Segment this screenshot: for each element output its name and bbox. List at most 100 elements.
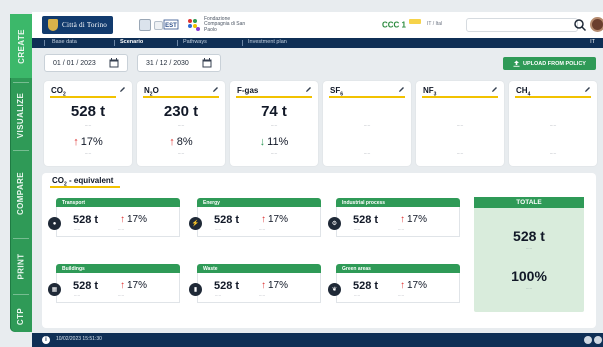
sector-card-transport[interactable]: Transport ● 528 t ····· ↑ 17% ····· (48, 198, 180, 237)
car-icon: ● (48, 217, 61, 230)
tab-divider (114, 40, 115, 46)
sector-card-green-areas[interactable]: Green areas ❦ 528 t ····· ↑ 17% ····· (328, 264, 460, 303)
total-title: TOTALE (474, 197, 584, 208)
factory-icon: ⚙ (328, 217, 341, 230)
sector-card-buildings[interactable]: Buildings ▦ 528 t ····· ↑ 17% ····· (48, 264, 180, 303)
sector-value: 528 t (214, 280, 240, 292)
city-logo-text: Città di Torino (62, 21, 108, 29)
sector-change: ↑ 17% (120, 280, 148, 291)
arrow-up-icon: ↑ (400, 280, 405, 291)
tab-pathways[interactable]: Pathways (183, 39, 207, 45)
total-percentage-caption: ····· (526, 287, 532, 291)
nav-tab-ctp[interactable]: CTP (10, 300, 32, 332)
arrow-up-icon: ↑ (261, 280, 266, 291)
edit-icon[interactable] (305, 86, 312, 93)
gas-card-nf3[interactable]: NF3 ····· ····· (416, 81, 504, 166)
gas-change: ↑ 17% (73, 136, 103, 148)
user-avatar[interactable] (590, 17, 603, 32)
gas-value: 74 t (261, 103, 287, 120)
total-value-caption: ····· (526, 247, 532, 251)
nav-divider (13, 82, 29, 83)
city-logo[interactable]: Città di Torino (42, 16, 114, 34)
sector-change: ↑ 17% (261, 214, 289, 225)
est-logo-icon: EST (163, 19, 179, 30)
gas-card-co2[interactable]: CO2 528 t ····· ↑ 17% ····· (44, 81, 132, 166)
gas-accent-bar (50, 96, 116, 98)
settings-icon[interactable] (584, 336, 592, 344)
sector-value-caption: ····· (354, 228, 360, 232)
gas-value-caption: ····· (270, 123, 278, 128)
start-date-field[interactable]: 01 / 01 / 2023 (44, 54, 128, 72)
gas-change-caption: ····· (84, 151, 92, 156)
city-shield-icon (48, 19, 58, 31)
gas-value-caption: ····· (177, 123, 185, 128)
nav-divider (13, 238, 29, 239)
tab-scenario[interactable]: Scenario (120, 39, 143, 45)
gas-value: 230 t (163, 103, 199, 120)
edit-icon[interactable] (491, 86, 498, 93)
sector-value: 528 t (353, 214, 379, 226)
sector-title: Green areas (336, 264, 460, 273)
sector-card-industrial-process[interactable]: Industrial process ⚙ 528 t ····· ↑ 17% ··… (328, 198, 460, 237)
edit-icon[interactable] (212, 86, 219, 93)
tab-divider (242, 40, 243, 46)
footer-timestamp: 10/02/2023 15:51:30 (56, 336, 102, 342)
app-window: CREATE VISUALIZE COMPARE PRINT CTP Città… (0, 0, 603, 347)
leaf-icon: ❦ (328, 283, 341, 296)
nav-tab-visualize[interactable]: VISUALIZE (10, 86, 32, 144)
help-icon[interactable] (594, 336, 602, 344)
gas-change: ↑ 8% (169, 136, 193, 148)
nav-label-create: CREATE (16, 28, 26, 64)
arrow-up-icon: ↑ (120, 280, 125, 291)
gas-card-ch4[interactable]: CH4 ····· ····· (509, 81, 597, 166)
sector-value-caption: ····· (215, 294, 221, 298)
nav-label-compare: COMPARE (16, 171, 26, 215)
building-icon: ▦ (48, 283, 61, 296)
gas-card-sf6[interactable]: SF6 ····· ····· (323, 81, 411, 166)
sector-value-caption: ····· (215, 228, 221, 232)
gas-change: ↓ 11% (259, 136, 289, 148)
info-icon[interactable]: i (42, 336, 50, 344)
tab-base-data[interactable]: Base data (52, 39, 77, 45)
tab-divider (44, 40, 45, 46)
gas-card-n2o[interactable]: N2O 230 t ····· ↑ 8% ····· (137, 81, 225, 166)
ccc-label: CCC 1 (382, 20, 407, 30)
gas-value: 528 t (70, 103, 106, 120)
sector-change: ↑ 17% (400, 280, 428, 291)
arrow-down-icon: ↓ (259, 136, 266, 148)
language-selector[interactable]: IT / Ital (427, 21, 442, 27)
tabbar-right-label[interactable]: IT (590, 39, 595, 45)
upload-icon (513, 60, 520, 67)
sector-value: 528 t (214, 214, 240, 226)
end-date-field[interactable]: 31 / 12 / 2030 (137, 54, 221, 72)
sector-change-caption: ····· (398, 228, 404, 232)
edit-icon[interactable] (119, 86, 126, 93)
search-input[interactable] (466, 18, 578, 32)
edit-icon[interactable] (584, 86, 591, 93)
nav-tab-print[interactable]: PRINT (10, 244, 32, 288)
search-icon[interactable] (573, 18, 587, 32)
total-value: 528 t (513, 228, 545, 244)
edit-icon[interactable] (398, 86, 405, 93)
ccc-indicator[interactable]: CCC 1 (382, 19, 422, 30)
nav-tab-create[interactable]: CREATE (10, 14, 32, 78)
calendar-icon[interactable] (202, 58, 212, 68)
sector-title: Waste (197, 264, 321, 273)
nav-label-print: PRINT (16, 253, 26, 279)
sector-change-caption: ····· (259, 294, 265, 298)
sector-change-caption: ····· (398, 294, 404, 298)
sector-title: Industrial process (336, 198, 460, 207)
sector-value-caption: ····· (354, 294, 360, 298)
nav-tab-compare[interactable]: COMPARE (10, 156, 32, 230)
sector-title: Energy (197, 198, 321, 207)
calendar-icon[interactable] (109, 58, 119, 68)
upload-button-label: UPLOAD FROM POLICY (523, 60, 586, 67)
upload-from-policy-button[interactable]: UPLOAD FROM POLICY (503, 57, 596, 70)
sector-card-waste[interactable]: Waste ▮ 528 t ····· ↑ 17% ····· (189, 264, 321, 303)
dots-logo-icon (188, 19, 200, 31)
tab-investment-plan[interactable]: Investment plan (248, 39, 287, 45)
svg-text:EST: EST (165, 23, 177, 29)
sector-card-energy[interactable]: Energy ⚡ 528 t ····· ↑ 17% ····· (189, 198, 321, 237)
gas-accent-bar (236, 96, 312, 98)
gas-card-f-gas[interactable]: F-gas 74 t ····· ↓ 11% ····· (230, 81, 318, 166)
